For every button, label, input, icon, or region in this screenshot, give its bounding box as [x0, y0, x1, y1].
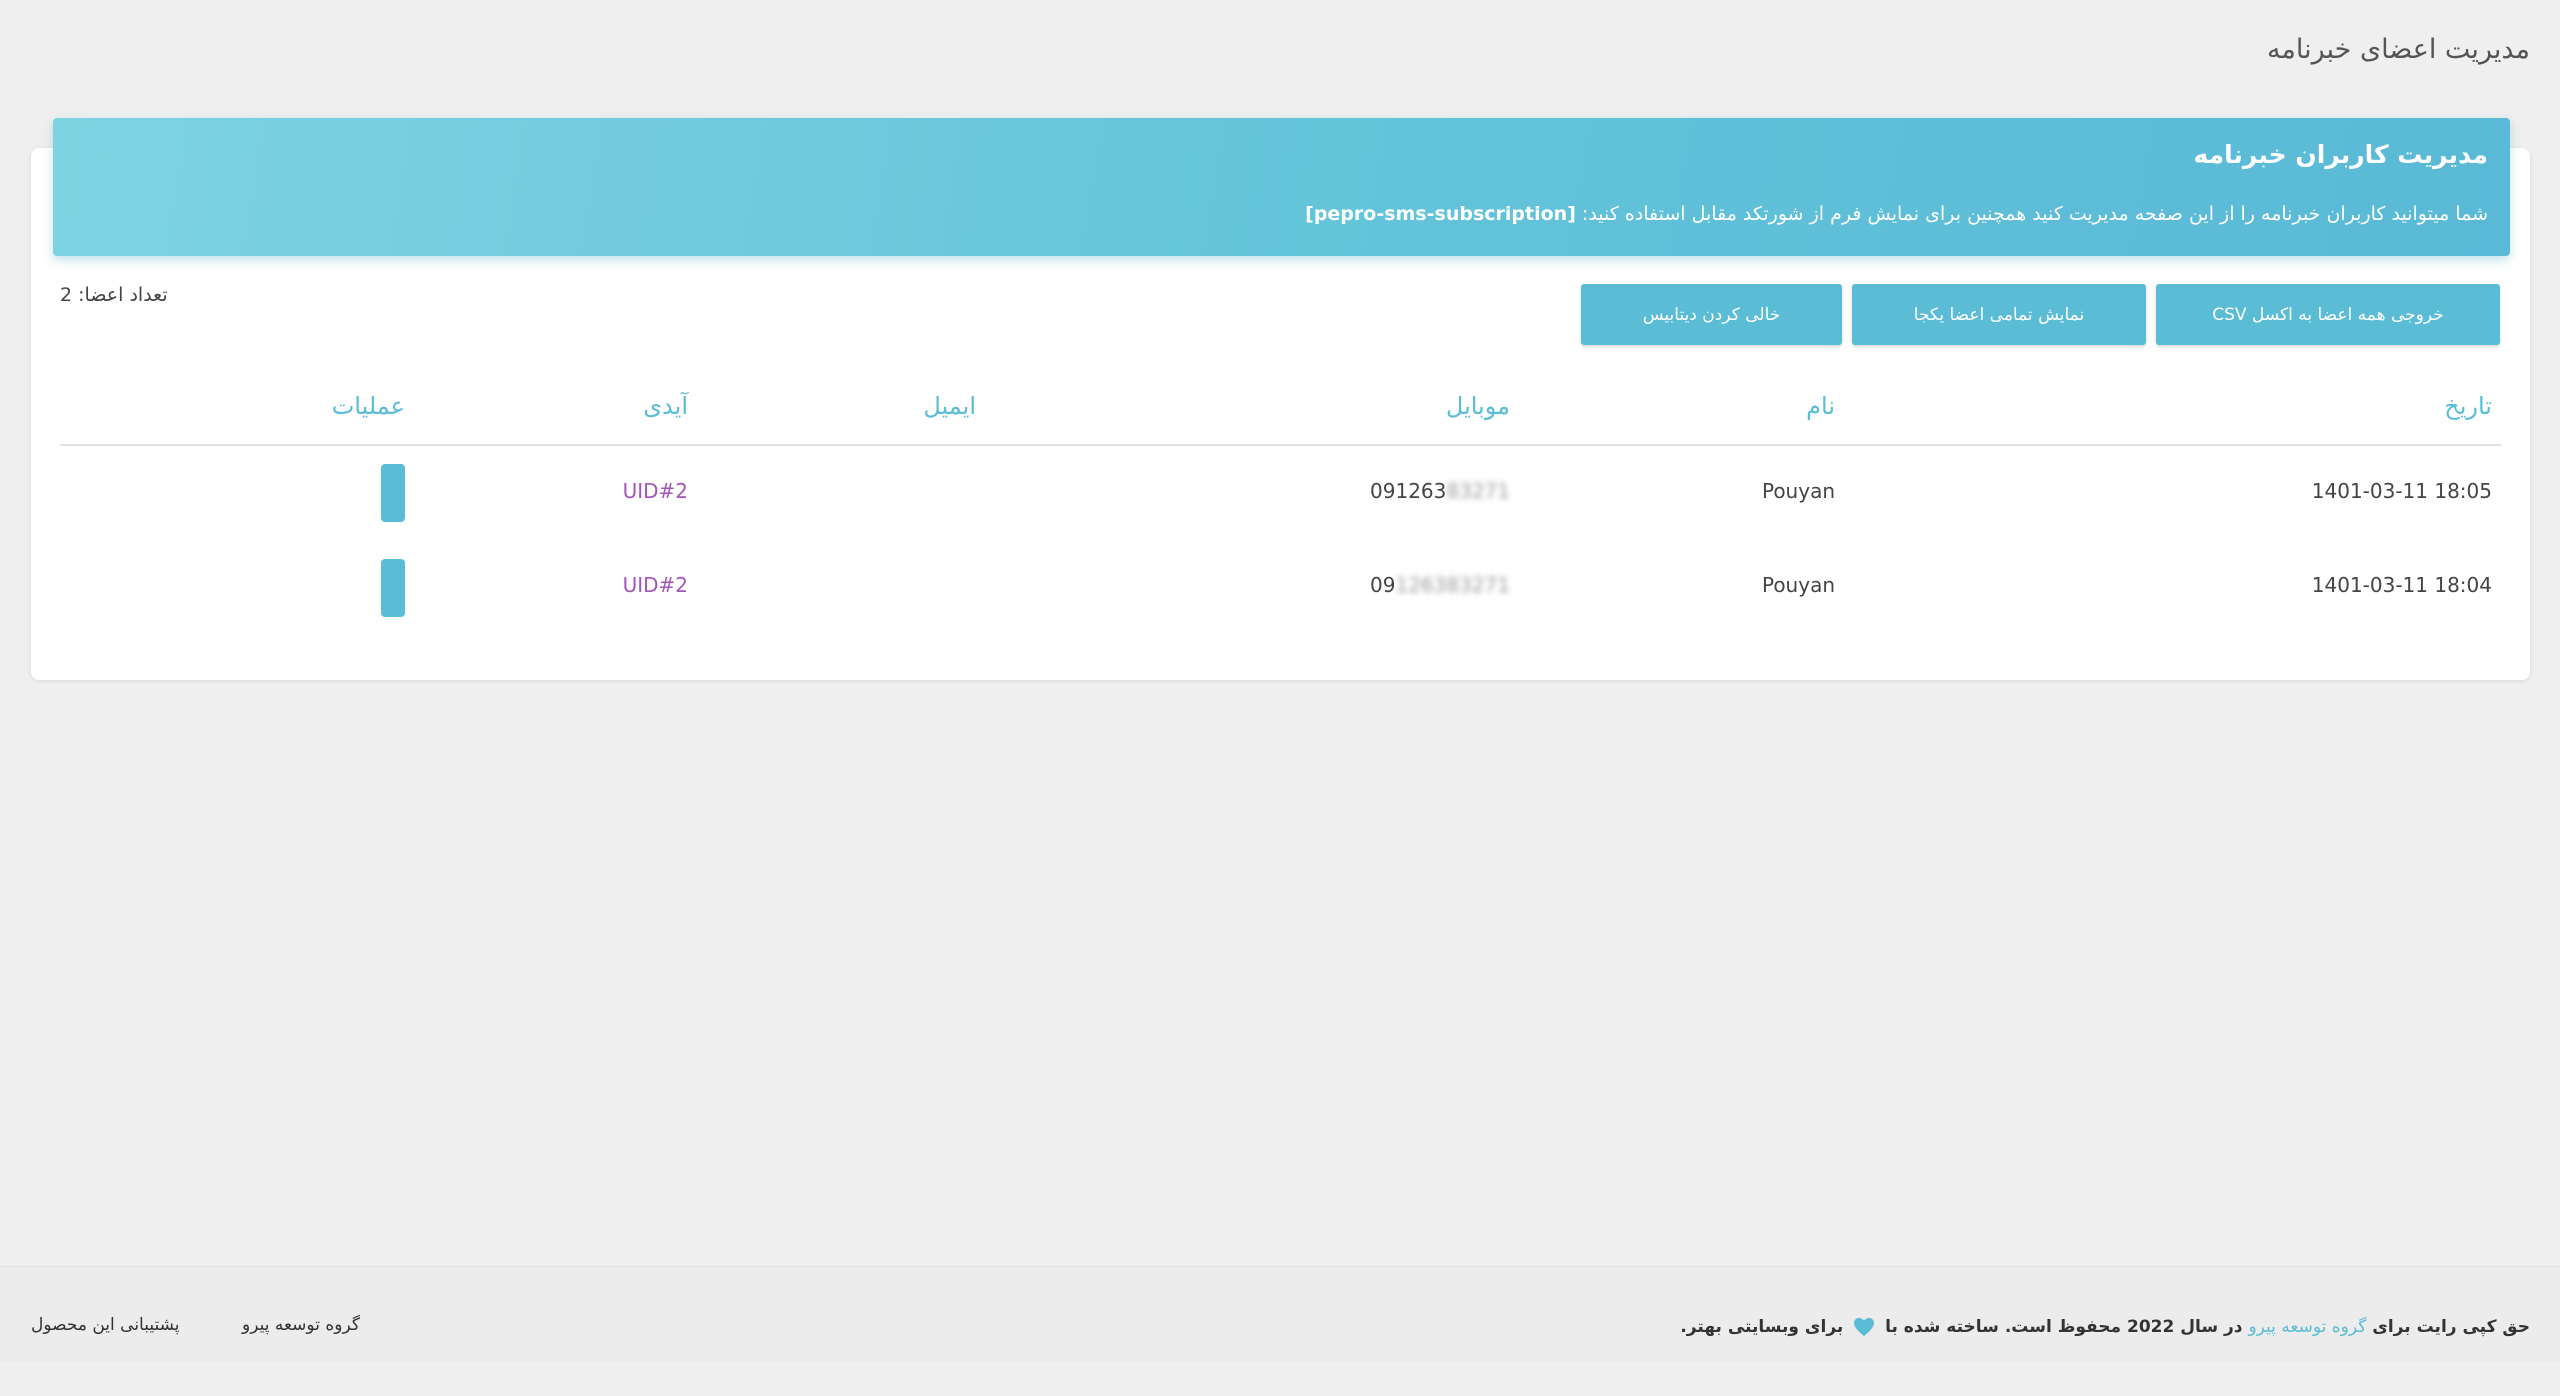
header-name[interactable]: نام — [1806, 392, 1835, 420]
header-email[interactable]: ایمیل — [923, 392, 976, 420]
header-mobile[interactable]: موبایل — [1446, 392, 1510, 420]
row-2-mobile-blurred: 126383271 — [1395, 573, 1510, 597]
row-1-mobile: 09126383271 — [1370, 479, 1510, 503]
row-2-mobile: 09126383271 — [1370, 573, 1510, 597]
row-1-operation-button[interactable] — [381, 464, 405, 522]
page: مدیریت اعضای خبرنامه مدیریت کاربران خبرن… — [0, 0, 2560, 1396]
row-2-operation-button[interactable] — [381, 559, 405, 617]
footer-company-link[interactable]: گروه توسعه پیرو — [242, 1315, 360, 1335]
empty-database-button[interactable]: خالی کردن دیتابیس — [1581, 284, 1842, 345]
header-operations: عملیات — [331, 392, 405, 420]
info-banner: مدیریت کاربران خبرنامه شما میتوانید کارب… — [53, 118, 2510, 256]
copyright-suffix: برای وبسایتی بهتر. — [1680, 1317, 1850, 1337]
export-csv-button[interactable]: خروجی همه اعضا به اکسل CSV — [2156, 284, 2500, 345]
header-divider — [60, 444, 2501, 446]
copyright-middle: در سال 2022 محفوظ است. ساخته شده با — [1879, 1317, 2249, 1337]
page-title: مدیریت اعضای خبرنامه — [2266, 34, 2530, 65]
banner-title: مدیریت کاربران خبرنامه — [2193, 140, 2488, 169]
footer: حق کپی رایت برای گروه توسعه پیرو در سال … — [0, 1266, 2560, 1362]
row-1-id: UID#2 — [622, 479, 688, 503]
row-2-name: Pouyan — [1761, 573, 1835, 597]
row-1-name: Pouyan — [1761, 479, 1835, 503]
heart-icon — [1854, 1317, 1875, 1337]
row-2-date: 1401-03-11 18:04 — [2311, 573, 2492, 597]
row-1-mobile-visible: 091263 — [1370, 479, 1447, 503]
shortcode: [pepro-sms-subscription] — [1305, 203, 1576, 225]
footer-copyright: حق کپی رایت برای گروه توسعه پیرو در سال … — [1680, 1317, 2530, 1337]
row-1-date: 1401-03-11 18:05 — [2311, 479, 2492, 503]
copyright-prefix: حق کپی رایت برای — [2366, 1317, 2530, 1337]
row-1-mobile-blurred: 83271 — [1446, 479, 1510, 503]
row-2-mobile-visible: 09 — [1370, 573, 1396, 597]
row-2-id: UID#2 — [622, 573, 688, 597]
footer-support-link[interactable]: پشتیبانی این محصول — [31, 1315, 180, 1335]
banner-description-text: شما میتوانید کاربران خبرنامه را از این ص… — [1575, 203, 2488, 225]
copyright-company-link[interactable]: گروه توسعه پیرو — [2248, 1317, 2366, 1337]
member-count: تعداد اعضا: 2 — [60, 284, 168, 306]
header-id[interactable]: آیدی — [643, 392, 688, 420]
banner-description: شما میتوانید کاربران خبرنامه را از این ص… — [1305, 203, 2488, 225]
header-date[interactable]: تاریخ — [2444, 392, 2492, 420]
show-all-members-button[interactable]: نمایش تمامی اعضا یکجا — [1852, 284, 2146, 345]
